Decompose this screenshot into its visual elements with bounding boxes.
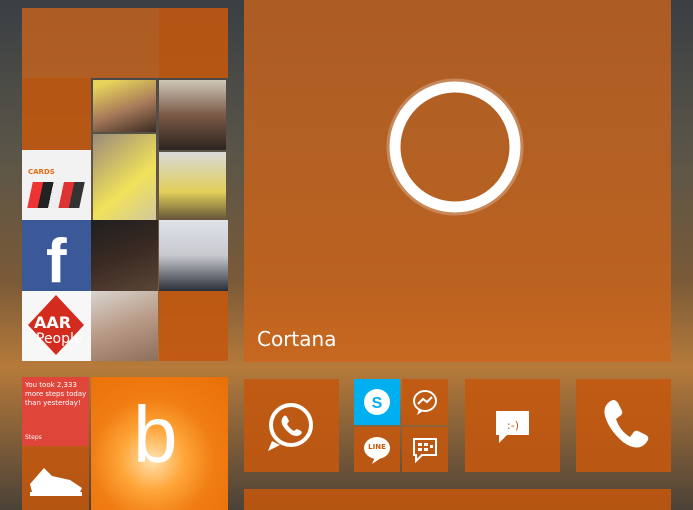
people-photo-3[interactable] xyxy=(93,134,156,220)
tile-bottom-wide[interactable] xyxy=(244,489,671,510)
tile-messaging[interactable]: :-) xyxy=(465,379,560,472)
line-label: LINE xyxy=(368,443,386,451)
cortana-ring-icon xyxy=(386,78,524,216)
tile-skype[interactable]: S xyxy=(354,379,400,425)
svg-text:S: S xyxy=(372,395,383,412)
steps-footer: Steps xyxy=(25,434,42,441)
tile-facebook[interactable]: f xyxy=(22,220,91,291)
tile-steps[interactable]: You took 2,333 more steps today than yes… xyxy=(22,377,89,446)
cards-label: CARDS xyxy=(28,168,55,176)
tile-phone[interactable] xyxy=(576,379,671,472)
whatsapp-icon xyxy=(268,403,313,451)
facebook-icon: f xyxy=(46,227,67,291)
aar-label-1: AAR xyxy=(34,313,72,332)
tile-running[interactable] xyxy=(22,446,89,510)
people-photo-7[interactable] xyxy=(91,291,158,361)
tile-people-orange[interactable] xyxy=(22,78,91,150)
bbm-icon xyxy=(413,438,437,464)
people-photo-2[interactable] xyxy=(159,80,226,150)
running-shoe-icon xyxy=(30,468,82,496)
phone-icon xyxy=(604,400,649,448)
tile-cortana[interactable]: Cortana xyxy=(244,0,671,362)
tile-bbm[interactable] xyxy=(402,427,448,472)
tile-line[interactable]: LINE xyxy=(354,427,400,472)
people-photo-5[interactable] xyxy=(91,220,158,291)
people-photo-4[interactable] xyxy=(159,152,226,218)
people-photo-1[interactable] xyxy=(93,80,156,132)
people-photo-6[interactable] xyxy=(159,220,228,291)
steps-message: You took 2,333 more steps today than yes… xyxy=(25,381,87,407)
tile-top-left-blank[interactable] xyxy=(22,8,159,78)
messaging-icon: :-) xyxy=(496,411,529,443)
tile-bing[interactable]: b xyxy=(91,377,228,510)
aar-label-2: People xyxy=(36,331,83,347)
tile-messenger[interactable] xyxy=(402,379,448,425)
tile-aar-people[interactable]: AAR People xyxy=(22,291,91,361)
svg-text::-): :-) xyxy=(507,419,519,432)
tile-whatsapp[interactable] xyxy=(244,379,339,472)
bing-icon: b xyxy=(133,390,178,479)
cards-image xyxy=(27,182,85,208)
messenger-icon xyxy=(413,390,437,415)
skype-icon: S xyxy=(364,389,390,415)
cortana-label: Cortana xyxy=(257,327,337,351)
tile-cards[interactable]: CARDS xyxy=(22,150,91,220)
tile-people-orange-2[interactable] xyxy=(159,291,228,361)
tile-top-right-blank[interactable] xyxy=(159,8,228,78)
